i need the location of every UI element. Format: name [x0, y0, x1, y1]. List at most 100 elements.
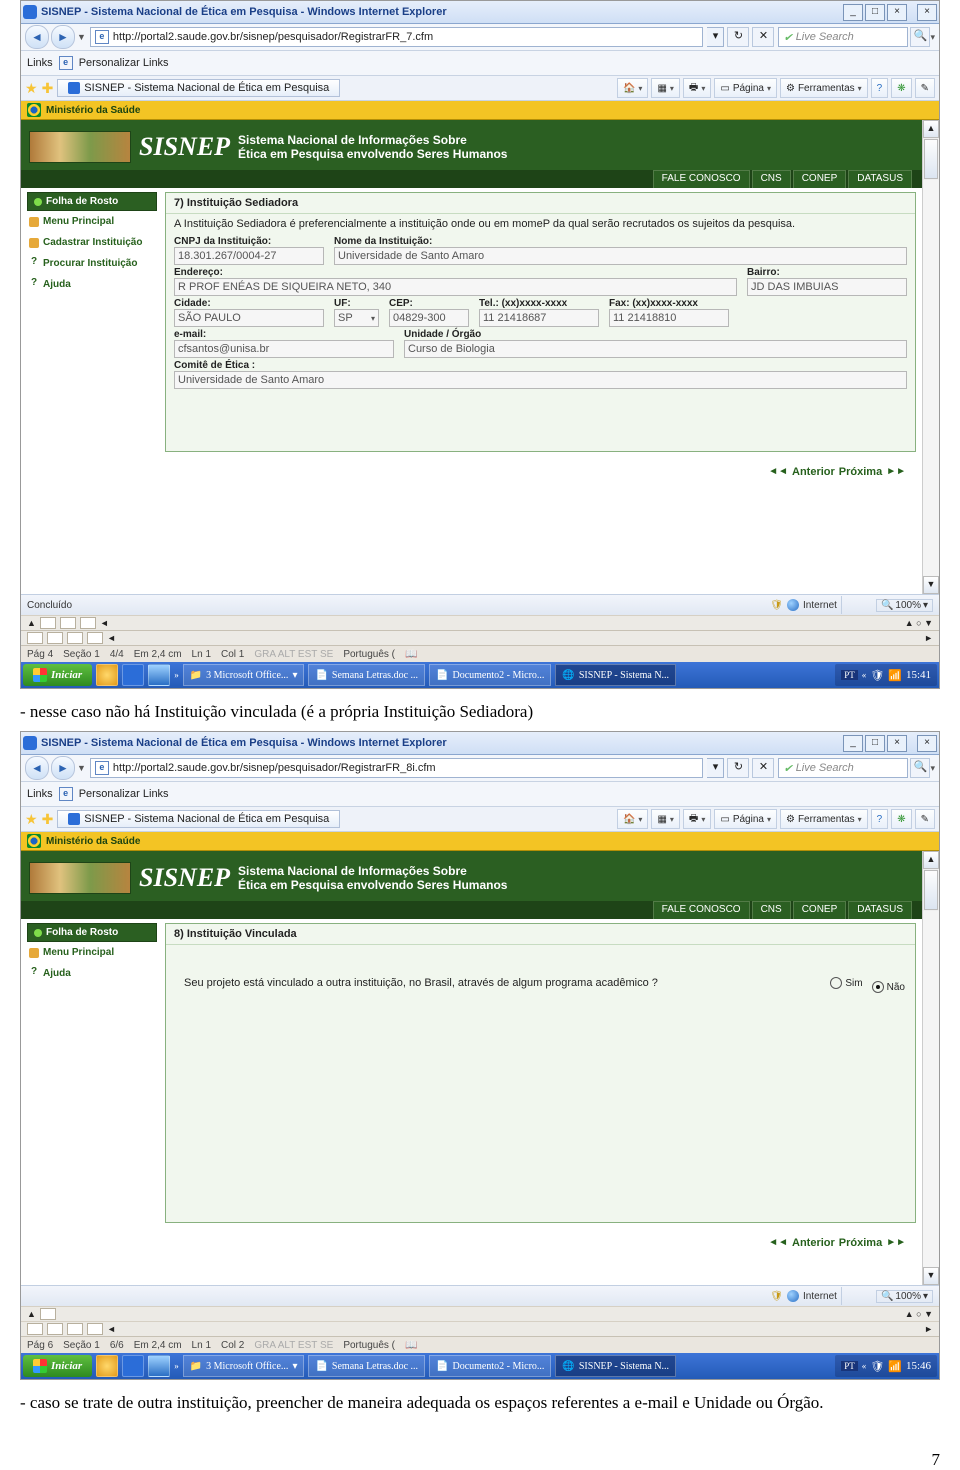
search-button[interactable]: 🔍: [910, 758, 930, 778]
view-outline-icon[interactable]: [87, 632, 103, 644]
scroll-thumb[interactable]: [924, 139, 938, 179]
page-menu[interactable]: ▭ Página▾: [714, 78, 777, 98]
scroll-up-button[interactable]: ▲: [923, 120, 939, 138]
forward-button[interactable]: ►: [51, 756, 75, 780]
back-button[interactable]: ◄: [25, 25, 49, 49]
quick-launch-2[interactable]: [122, 664, 144, 686]
view-normal-icon[interactable]: [27, 632, 43, 644]
nome-input[interactable]: Universidade de Santo Amaro: [334, 247, 907, 265]
help-button[interactable]: ?: [871, 809, 889, 829]
print-button[interactable]: 🖶▾: [683, 809, 711, 829]
home-button[interactable]: 🏠▾: [617, 809, 648, 829]
feeds-button[interactable]: ▦▾: [651, 78, 679, 98]
task-documento2[interactable]: 📄 Documento2 - Micro...: [429, 1355, 551, 1377]
nav-cns[interactable]: CNS: [752, 170, 791, 188]
msn-button[interactable]: ❋: [891, 809, 911, 829]
endereco-input[interactable]: R PROF ENÉAS DE SIQUEIRA NETO, 340: [174, 278, 737, 296]
start-button[interactable]: Iniciar: [23, 664, 92, 686]
search-box[interactable]: ✔Live Search: [778, 758, 908, 778]
personalize-links[interactable]: Personalizar Links: [79, 57, 169, 69]
task-office[interactable]: 📁 3 Microsoft Office... ▾: [183, 664, 305, 686]
nav-datasus[interactable]: DATASUS: [848, 901, 912, 919]
outer-close-button[interactable]: ×: [917, 4, 937, 21]
favorites-icon[interactable]: ★: [25, 80, 38, 97]
maximize-button[interactable]: □: [865, 735, 885, 752]
page-menu[interactable]: ▭ Página▾: [714, 809, 777, 829]
forward-button[interactable]: ►: [51, 25, 75, 49]
print-button[interactable]: 🖶▾: [683, 78, 711, 98]
outer-close-button[interactable]: ×: [917, 735, 937, 752]
nav-conep[interactable]: CONEP: [793, 901, 847, 919]
sidebar-ajuda[interactable]: Ajuda: [27, 963, 157, 984]
tools-menu[interactable]: ⚙ Ferramentas▾: [780, 78, 868, 98]
start-button[interactable]: Iniciar: [23, 1355, 92, 1377]
sidebar-cadastrar[interactable]: Cadastrar Instituição: [27, 232, 157, 253]
home-button[interactable]: 🏠▾: [617, 78, 648, 98]
close-button[interactable]: ×: [887, 4, 907, 21]
refresh-button[interactable]: ↻: [727, 27, 749, 47]
tab-active[interactable]: SISNEP - Sistema Nacional de Ética em Pe…: [57, 810, 340, 828]
minimize-button[interactable]: _: [843, 4, 863, 21]
favorites-icon[interactable]: ★: [25, 811, 38, 828]
lang-indicator[interactable]: PT: [841, 1361, 858, 1371]
task-semana[interactable]: 📄 Semana Letras.doc ...: [308, 664, 425, 686]
next-link[interactable]: Próxima: [839, 466, 882, 478]
address-bar[interactable]: e http://portal2.saude.gov.br/sisnep/pes…: [90, 27, 704, 47]
cep-input[interactable]: 04829-300: [389, 309, 469, 327]
view-web-icon[interactable]: [47, 632, 63, 644]
radio-nao[interactable]: Não: [872, 981, 905, 993]
bairro-input[interactable]: JD DAS IMBUIAS: [747, 278, 907, 296]
fax-input[interactable]: 11 21418810: [609, 309, 729, 327]
tab-active[interactable]: SISNEP - Sistema Nacional de Ética em Pe…: [57, 79, 340, 97]
vertical-scrollbar[interactable]: ▲▼: [922, 851, 939, 1285]
vertical-scrollbar[interactable]: ▲ ▼: [922, 120, 939, 594]
task-office[interactable]: 📁 3 Microsoft Office... ▾: [183, 1355, 305, 1377]
address-dropdown[interactable]: ▾: [707, 27, 724, 47]
scroll-down-button[interactable]: ▼: [923, 576, 939, 594]
refresh-button[interactable]: ↻: [727, 758, 749, 778]
close-button[interactable]: ×: [887, 735, 907, 752]
research-button[interactable]: ✎: [915, 809, 935, 829]
stop-button[interactable]: ✕: [752, 27, 774, 47]
task-semana[interactable]: 📄 Semana Letras.doc ...: [308, 1355, 425, 1377]
quick-launch-3[interactable]: [148, 664, 170, 686]
tel-input[interactable]: 11 21418687: [479, 309, 599, 327]
nav-datasus[interactable]: DATASUS: [848, 170, 912, 188]
radio-sim[interactable]: Sim: [830, 977, 862, 989]
personalize-links[interactable]: Personalizar Links: [79, 788, 169, 800]
feeds-button[interactable]: ▦▾: [651, 809, 679, 829]
address-bar[interactable]: e http://portal2.saude.gov.br/sisnep/pes…: [90, 758, 704, 778]
msn-button[interactable]: ❋: [891, 78, 911, 98]
back-button[interactable]: ◄: [25, 756, 49, 780]
quick-launch-1[interactable]: [96, 664, 118, 686]
zoom-control[interactable]: 🔍 100% ▾: [876, 599, 933, 612]
search-button[interactable]: 🔍: [910, 27, 930, 47]
sidebar-menu-principal[interactable]: Menu Principal: [27, 942, 157, 963]
nav-cns[interactable]: CNS: [752, 901, 791, 919]
add-favorite-icon[interactable]: ✚: [42, 80, 54, 97]
nav-conep[interactable]: CONEP: [793, 170, 847, 188]
sidebar-ajuda[interactable]: Ajuda: [27, 274, 157, 295]
next-link[interactable]: Próxima: [839, 1237, 882, 1249]
task-sisnep[interactable]: 🌐 SISNEP - Sistema N...: [555, 1355, 676, 1377]
prev-link[interactable]: Anterior: [792, 1237, 835, 1249]
help-button[interactable]: ?: [871, 78, 889, 98]
sidebar-menu-principal[interactable]: Menu Principal: [27, 211, 157, 232]
tools-menu[interactable]: ⚙ Ferramentas▾: [780, 809, 868, 829]
nav-fale[interactable]: FALE CONOSCO: [653, 901, 750, 919]
cnpj-input[interactable]: 18.301.267/0004-27: [174, 247, 324, 265]
sidebar-procurar[interactable]: Procurar Instituição: [27, 253, 157, 274]
task-documento2[interactable]: 📄 Documento2 - Micro...: [429, 664, 551, 686]
nav-fale[interactable]: FALE CONOSCO: [653, 170, 750, 188]
zoom-control[interactable]: 🔍 100% ▾: [876, 1290, 933, 1303]
view-print-icon[interactable]: [67, 632, 83, 644]
prev-link[interactable]: Anterior: [792, 466, 835, 478]
maximize-button[interactable]: □: [865, 4, 885, 21]
search-box[interactable]: ✔Live Search: [778, 27, 908, 47]
address-dropdown[interactable]: ▾: [707, 758, 724, 778]
email-input[interactable]: cfsantos@unisa.br: [174, 340, 394, 358]
stop-button[interactable]: ✕: [752, 758, 774, 778]
cidade-input[interactable]: SÃO PAULO: [174, 309, 324, 327]
unidade-input[interactable]: Curso de Biologia: [404, 340, 907, 358]
task-sisnep[interactable]: 🌐 SISNEP - Sistema N...: [555, 664, 676, 686]
